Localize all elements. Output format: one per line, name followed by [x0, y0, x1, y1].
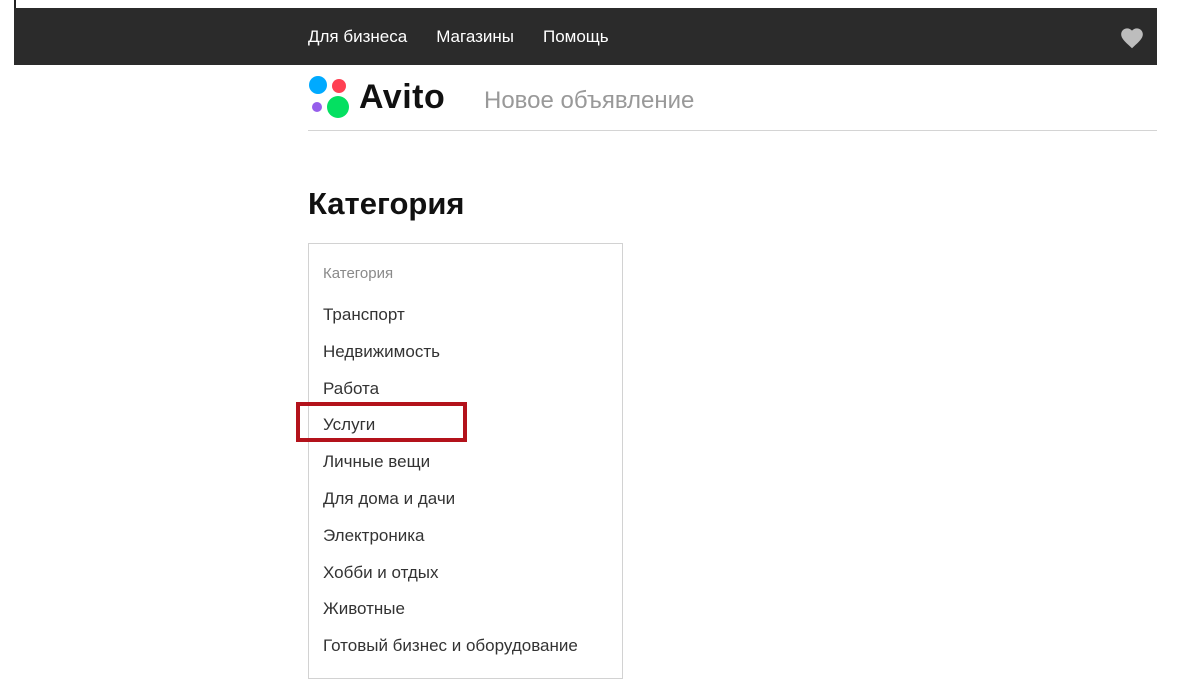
- category-item-animals[interactable]: Животные: [309, 591, 622, 628]
- category-item-business-equipment[interactable]: Готовый бизнес и оборудование: [309, 628, 622, 665]
- logo-wordmark: Avito: [359, 78, 446, 116]
- page-title: Категория: [308, 186, 465, 221]
- top-nav-links: Для бизнеса Магазины Помощь: [308, 8, 638, 65]
- category-item-electronics[interactable]: Электроника: [309, 518, 622, 555]
- category-item-transport[interactable]: Транспорт: [309, 297, 622, 334]
- category-item-services[interactable]: Услуги: [309, 407, 622, 444]
- page-header: Avito Новое объявление: [308, 65, 1157, 131]
- category-item-jobs[interactable]: Работа: [309, 371, 622, 408]
- category-item-home-garden[interactable]: Для дома и дачи: [309, 481, 622, 518]
- category-item-personal-items[interactable]: Личные вещи: [309, 444, 622, 481]
- header-title: Новое объявление: [484, 87, 695, 114]
- category-dropdown-label: Категория: [323, 265, 394, 282]
- nav-link-help[interactable]: Помощь: [543, 27, 609, 47]
- logo-dots-icon: [309, 76, 349, 118]
- category-item-hobbies[interactable]: Хобби и отдых: [309, 555, 622, 592]
- category-item-real-estate[interactable]: Недвижимость: [309, 334, 622, 371]
- window-frame-edge: [14, 0, 16, 8]
- heart-icon[interactable]: [1119, 25, 1145, 49]
- category-list: Транспорт Недвижимость Работа Услуги Лич…: [309, 297, 622, 665]
- avito-logo[interactable]: Avito: [308, 75, 460, 121]
- top-navigation-bar: Для бизнеса Магазины Помощь: [14, 8, 1157, 65]
- nav-link-shops[interactable]: Магазины: [436, 27, 514, 47]
- nav-link-business[interactable]: Для бизнеса: [308, 27, 407, 47]
- category-select-dropdown: Категория Транспорт Недвижимость Работа …: [308, 243, 623, 679]
